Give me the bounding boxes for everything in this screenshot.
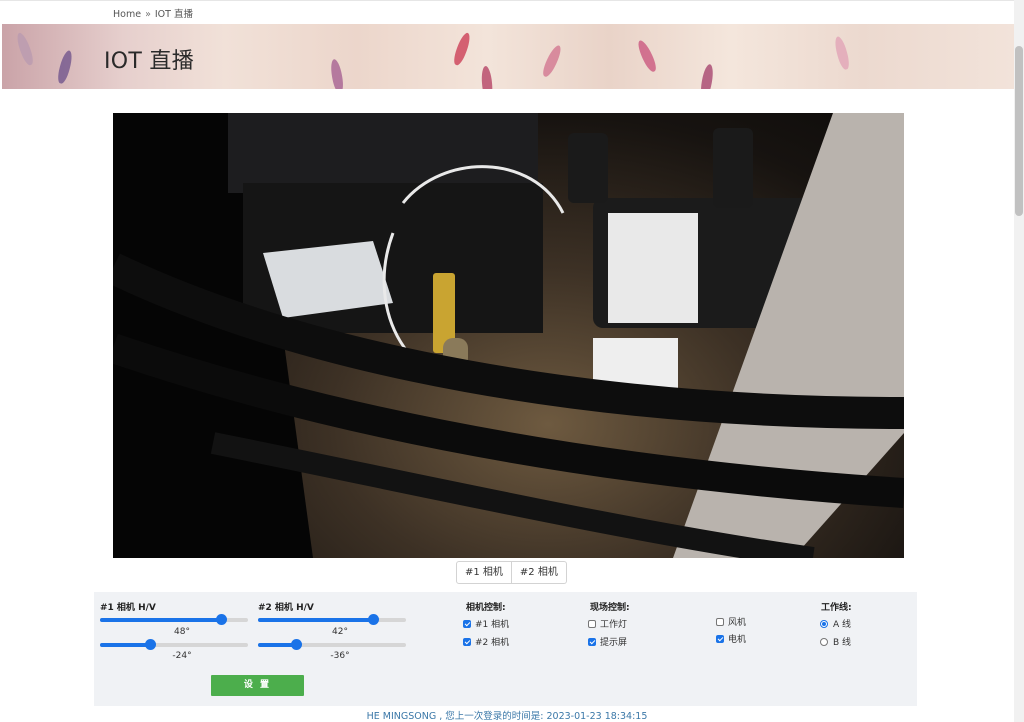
camera-control-title: 相机控制: xyxy=(466,603,506,613)
slider-thumb[interactable] xyxy=(368,614,380,625)
camera-1-vertical-slider[interactable] xyxy=(100,639,248,651)
radio-dot[interactable] xyxy=(820,619,828,628)
last-login-message: HE MINGSONG , 您上一次登录的时间是: 2023-01-23 18:… xyxy=(366,711,648,722)
checkbox-box[interactable] xyxy=(463,619,471,628)
checkbox-box[interactable] xyxy=(588,637,596,646)
camera-1-hv-title: #1 相机 H/V xyxy=(100,603,156,613)
set-button[interactable]: 设 置 xyxy=(211,675,304,696)
camera-1-horizontal-slider[interactable] xyxy=(100,614,248,626)
checkbox-box[interactable] xyxy=(716,634,724,643)
slider-thumb[interactable] xyxy=(291,639,303,650)
line-a-radio[interactable]: A 线 xyxy=(820,617,851,630)
banner-decoration xyxy=(329,58,345,89)
checkbox-box[interactable] xyxy=(716,617,724,626)
checkbox-label: 风机 xyxy=(728,618,747,628)
camera-2-vertical-value: -36° xyxy=(330,651,350,661)
camera-frame-image xyxy=(113,113,904,558)
banner-decoration xyxy=(14,31,36,67)
slider-thumb[interactable] xyxy=(145,639,157,650)
banner-decoration xyxy=(451,31,473,67)
checkbox-box[interactable] xyxy=(463,637,471,646)
camera-1-vertical-value: -24° xyxy=(172,651,192,661)
slider-fill xyxy=(100,643,151,647)
checkbox-label: 工作灯 xyxy=(600,620,628,630)
scrollbar-thumb[interactable] xyxy=(1015,46,1023,216)
camera-2-checkbox[interactable]: #2 相机 xyxy=(463,635,509,648)
breadcrumb: Home » IOT 直播 xyxy=(113,6,193,20)
camera-video-feed xyxy=(113,113,904,558)
prompt-screen-checkbox[interactable]: 提示屏 xyxy=(588,635,627,648)
camera-2-horizontal-slider[interactable] xyxy=(258,614,406,626)
radio-label: A 线 xyxy=(833,620,852,630)
breadcrumb-current: IOT 直播 xyxy=(154,9,193,20)
banner-decoration xyxy=(540,43,564,79)
slider-fill xyxy=(258,618,374,622)
banner-decoration xyxy=(55,49,75,85)
scrollbar[interactable] xyxy=(1014,0,1024,722)
camera-2-horizontal-value: 42° xyxy=(332,627,348,637)
banner-decoration xyxy=(832,35,852,71)
camera-2-hv-title: #2 相机 H/V xyxy=(258,603,314,613)
checkbox-label: 提示屏 xyxy=(600,638,628,648)
site-control-title: 现场控制: xyxy=(590,603,630,613)
radio-label: B 线 xyxy=(833,638,852,648)
fan-checkbox[interactable]: 风机 xyxy=(716,615,746,628)
camera-1-horizontal-value: 48° xyxy=(174,627,190,637)
banner-decoration xyxy=(480,65,494,89)
checkbox-label: #2 相机 xyxy=(475,638,510,648)
line-b-radio[interactable]: B 线 xyxy=(820,635,851,648)
radio-dot[interactable] xyxy=(820,637,828,646)
slider-fill xyxy=(100,618,222,622)
work-light-checkbox[interactable]: 工作灯 xyxy=(588,617,627,630)
top-divider xyxy=(0,0,1014,1)
camera-2-vertical-slider[interactable] xyxy=(258,639,406,651)
breadcrumb-home-link[interactable]: Home xyxy=(113,9,141,20)
tab-camera-2[interactable]: #2 相机 xyxy=(511,561,567,584)
page-banner: IOT 直播 xyxy=(2,24,1014,89)
checkbox-box[interactable] xyxy=(588,619,596,628)
breadcrumb-separator: » xyxy=(145,9,151,20)
checkbox-label: 电机 xyxy=(728,635,747,645)
checkbox-label: #1 相机 xyxy=(475,620,510,630)
camera-tab-group: #1 相机 #2 相机 xyxy=(456,561,567,584)
tab-camera-1[interactable]: #1 相机 xyxy=(456,561,512,584)
banner-decoration xyxy=(699,63,715,89)
camera-1-checkbox[interactable]: #1 相机 xyxy=(463,617,509,630)
motor-checkbox[interactable]: 电机 xyxy=(716,632,746,645)
banner-decoration xyxy=(635,38,659,74)
work-line-title: 工作线: xyxy=(821,603,852,613)
page-title: IOT 直播 xyxy=(104,49,195,74)
slider-thumb[interactable] xyxy=(216,614,228,625)
